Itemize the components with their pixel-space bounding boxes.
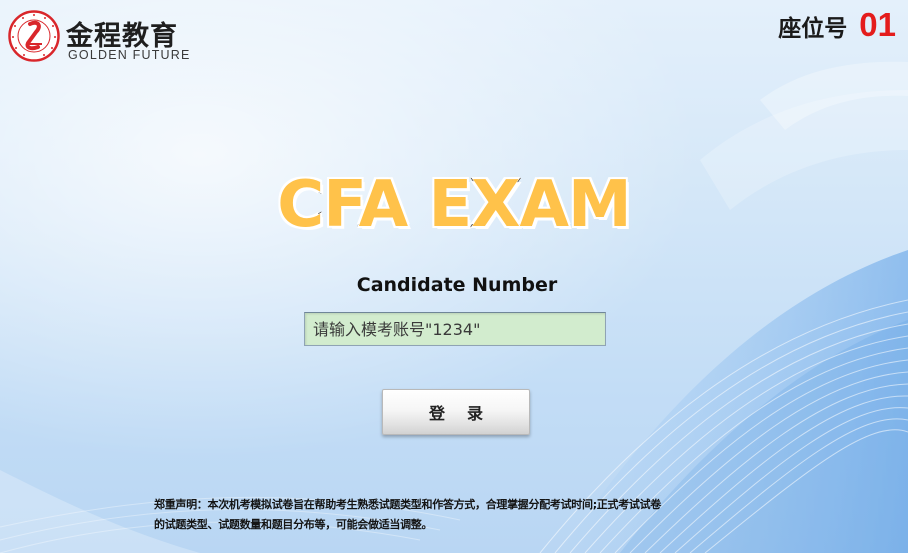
brand-name-en: GOLDEN FUTURE: [68, 48, 191, 62]
disclaimer-line: 郑重声明：本次机考模拟试卷旨在帮助考生熟悉试题类型和作答方式，合理掌握分配考试时…: [154, 498, 661, 511]
candidate-number-label: Candidate Number: [356, 274, 558, 296]
disclaimer-notice: 郑重声明：本次机考模拟试卷旨在帮助考生熟悉试题类型和作答方式，合理掌握分配考试时…: [154, 495, 661, 535]
seat-indicator: 座位号 01: [778, 6, 896, 44]
exam-title: CFA EXAM: [276, 167, 633, 244]
brand-logo: 金程教育 GOLDEN FUTURE: [8, 10, 198, 64]
seat-label: 座位号: [778, 16, 848, 42]
seat-number: 01: [859, 6, 896, 43]
disclaimer-line: 的试题类型、试题数量和题目分布等，可能会做适当调整。: [154, 518, 433, 531]
golden-future-seal-icon: [8, 10, 60, 62]
login-button[interactable]: 登录: [382, 389, 530, 435]
account-input[interactable]: [304, 312, 606, 346]
